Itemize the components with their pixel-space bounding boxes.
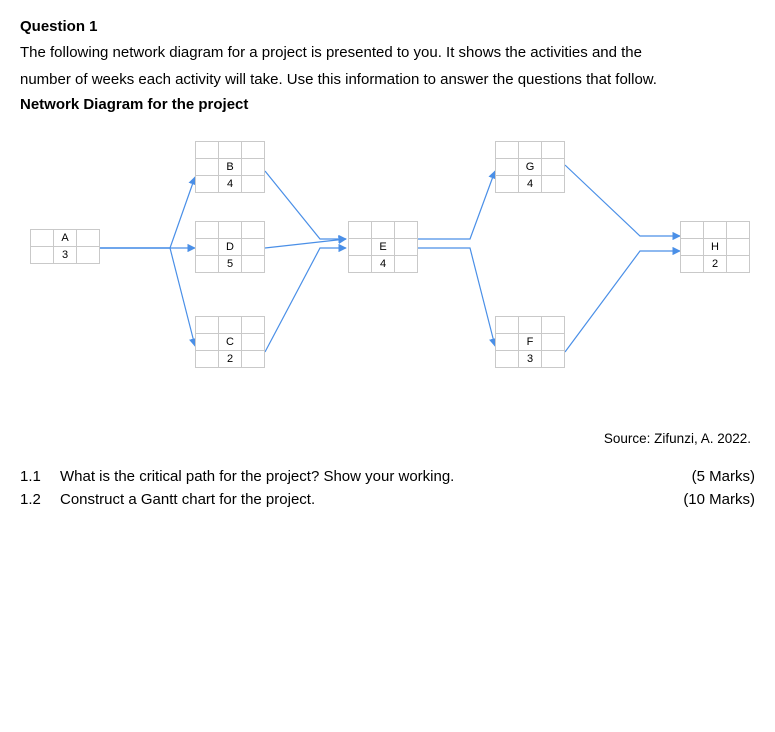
node-d-value: 5 [219, 255, 242, 272]
node-e-value: 4 [372, 255, 395, 272]
subq-text: Construct a Gantt chart for the project. [60, 491, 315, 508]
node-c: C 2 [195, 316, 265, 368]
node-a: A 3 [30, 229, 100, 264]
subquestion-row: 1.1 What is the critical path for the pr… [20, 468, 755, 485]
network-diagram: A 3 B 4 D 5 C 2 E 4 G 4 F 3 H 2 [20, 121, 755, 421]
node-h: H 2 [680, 221, 750, 273]
node-b: B 4 [195, 141, 265, 193]
subq-marks: (5 Marks) [692, 468, 755, 485]
subq-marks: (10 Marks) [683, 491, 755, 508]
intro-text-line2: number of weeks each activity will take.… [20, 68, 755, 91]
question-title: Question 1 [20, 18, 755, 35]
node-h-label: H [704, 238, 727, 255]
diagram-title: Network Diagram for the project [20, 96, 755, 113]
node-c-value: 2 [219, 350, 242, 367]
subq-text: What is the critical path for the projec… [60, 468, 454, 485]
node-d-label: D [219, 238, 242, 255]
intro-text-line1: The following network diagram for a proj… [20, 41, 755, 64]
node-c-label: C [219, 333, 242, 350]
node-f-label: F [519, 333, 542, 350]
node-f: F 3 [495, 316, 565, 368]
node-e: E 4 [348, 221, 418, 273]
node-a-label: A [54, 229, 77, 246]
subq-number: 1.2 [20, 491, 46, 508]
node-b-value: 4 [219, 175, 242, 192]
node-a-value: 3 [54, 246, 77, 263]
subquestions: 1.1 What is the critical path for the pr… [20, 468, 755, 508]
node-g-label: G [519, 158, 542, 175]
subq-number: 1.1 [20, 468, 46, 485]
node-d: D 5 [195, 221, 265, 273]
node-b-label: B [219, 158, 242, 175]
subquestion-row: 1.2 Construct a Gantt chart for the proj… [20, 491, 755, 508]
node-e-label: E [372, 238, 395, 255]
source-citation: Source: Zifunzi, A. 2022. [20, 431, 755, 446]
node-h-value: 2 [704, 255, 727, 272]
node-f-value: 3 [519, 350, 542, 367]
node-g: G 4 [495, 141, 565, 193]
node-g-value: 4 [519, 175, 542, 192]
